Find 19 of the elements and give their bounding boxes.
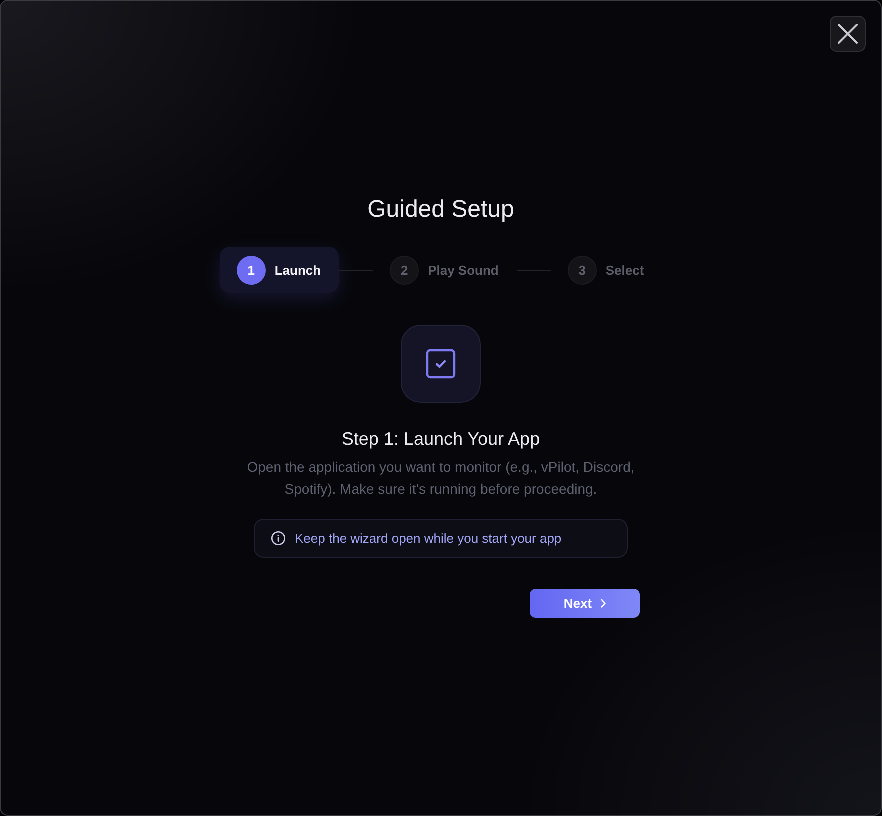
step-label: Play Sound	[428, 262, 499, 278]
info-icon	[271, 531, 286, 546]
next-button[interactable]: Next	[530, 589, 640, 618]
checkbox-icon	[426, 349, 456, 379]
step-tab[interactable]: 1 Launch	[220, 247, 340, 293]
close-button[interactable]	[830, 16, 866, 52]
info-text: Keep the wizard open while you start your app	[295, 531, 562, 546]
step-description: Open the application you want to monitor (e.g., vPilot, Discord, Spotify). Make sure it's running before proceeding.	[246, 458, 636, 499]
chevron-right-icon	[601, 599, 606, 608]
step-label: Select	[606, 262, 644, 278]
step-tab[interactable]: 3 Select	[550, 247, 662, 293]
step-number: 1	[236, 256, 266, 284]
step-tab[interactable]: 2 Play Sound	[373, 247, 517, 293]
step-number: 3	[568, 256, 597, 284]
close-icon	[838, 24, 858, 44]
step-label: Launch	[274, 262, 322, 278]
step-heading: Step 1: Launch Your App	[342, 428, 540, 451]
dialog-title: Guided Setup	[368, 195, 514, 225]
step-number: 2	[390, 256, 420, 284]
